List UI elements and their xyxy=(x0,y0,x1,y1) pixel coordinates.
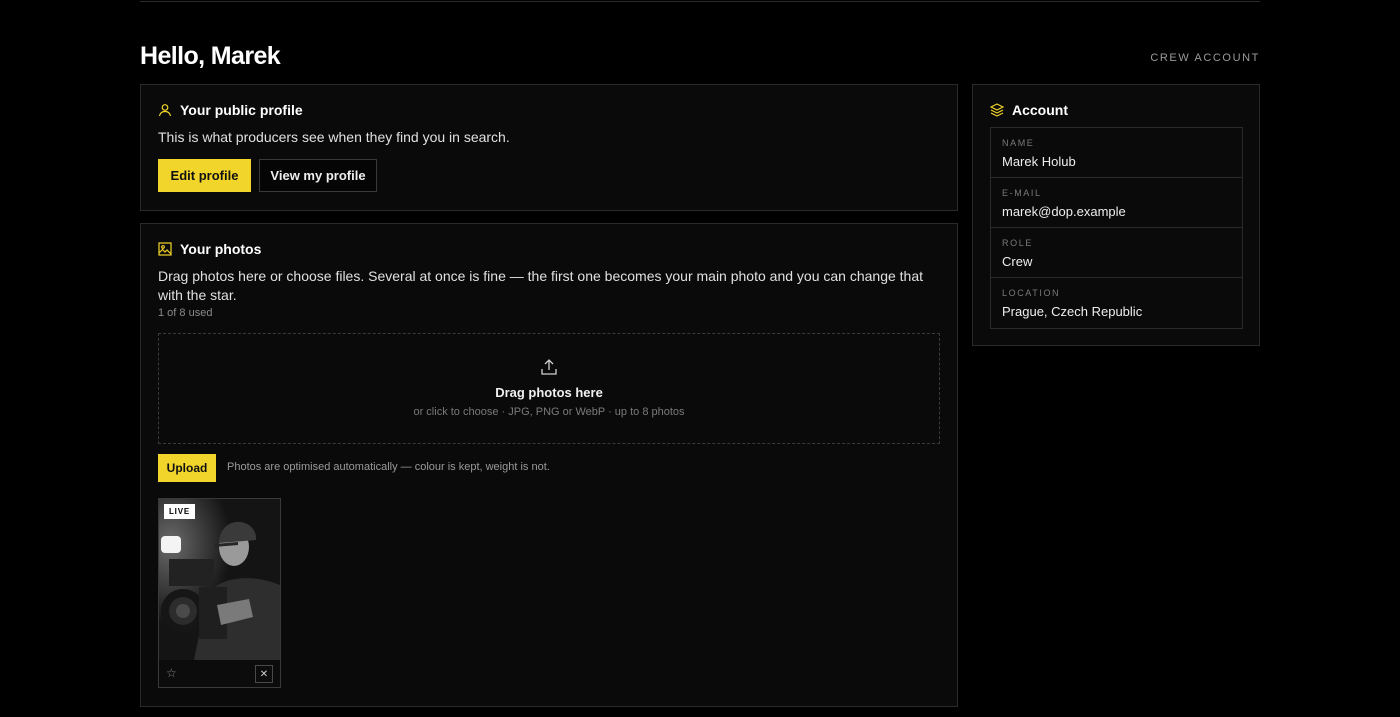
top-divider xyxy=(140,1,1260,2)
field-value: Crew xyxy=(1002,254,1033,269)
photos-card: Your photos Drag photos here or choose f… xyxy=(140,223,958,707)
live-badge: LIVE xyxy=(164,504,195,519)
account-type-label: CREW ACCOUNT xyxy=(1150,52,1260,64)
field-label: LOCATION xyxy=(1002,288,1061,298)
field-value: marek@dop.example xyxy=(1002,204,1126,219)
account-field-email: E-MAIL marek@dop.example xyxy=(991,178,1242,228)
image-icon xyxy=(158,242,172,256)
view-profile-button[interactable]: View my profile xyxy=(259,159,377,192)
star-main-photo-button[interactable]: ☆ xyxy=(166,666,177,680)
page-title: Hello, Marek xyxy=(140,42,281,70)
remove-photo-button[interactable]: ✕ xyxy=(255,665,273,683)
account-fields: NAME Marek Holub E-MAIL marek@dop.exampl… xyxy=(990,127,1243,329)
upload-icon xyxy=(540,358,558,376)
field-label: NAME xyxy=(1002,138,1035,148)
public-profile-card: Your public profile This is what produce… xyxy=(140,84,958,211)
field-label: ROLE xyxy=(1002,238,1033,248)
photo-image xyxy=(159,499,280,660)
user-icon xyxy=(158,103,172,117)
photos-usage-count: 1 of 8 used xyxy=(158,307,213,319)
account-field-name: NAME Marek Holub xyxy=(991,128,1242,178)
account-field-location: LOCATION Prague, Czech Republic xyxy=(991,278,1242,328)
account-card: Account NAME Marek Holub E-MAIL marek@do… xyxy=(972,84,1260,346)
field-value: Prague, Czech Republic xyxy=(1002,304,1143,319)
layers-icon xyxy=(990,103,1004,117)
upload-note: Photos are optimised automatically — col… xyxy=(227,461,550,473)
dropzone-subtitle: or click to choose · JPG, PNG or WebP · … xyxy=(413,406,685,418)
account-header: Account xyxy=(990,102,1068,118)
edit-profile-button[interactable]: Edit profile xyxy=(158,159,251,192)
upload-button[interactable]: Upload xyxy=(158,454,216,482)
field-value: Marek Holub xyxy=(1002,154,1076,169)
photo-thumbnail[interactable]: LIVE ☆ ✕ xyxy=(158,498,281,688)
account-field-role: ROLE Crew xyxy=(991,228,1242,278)
photos-header: Your photos xyxy=(158,241,261,257)
public-profile-header: Your public profile xyxy=(158,102,303,118)
photo-dropzone[interactable]: Drag photos here or click to choose · JP… xyxy=(158,333,940,444)
public-profile-title: Your public profile xyxy=(180,102,303,118)
public-profile-description: This is what producers see when they fin… xyxy=(158,129,510,145)
photos-description: Drag photos here or choose files. Severa… xyxy=(158,268,924,303)
dropzone-title: Drag photos here xyxy=(495,385,603,400)
field-label: E-MAIL xyxy=(1002,188,1042,198)
account-title: Account xyxy=(1012,102,1068,118)
photos-title: Your photos xyxy=(180,241,262,257)
